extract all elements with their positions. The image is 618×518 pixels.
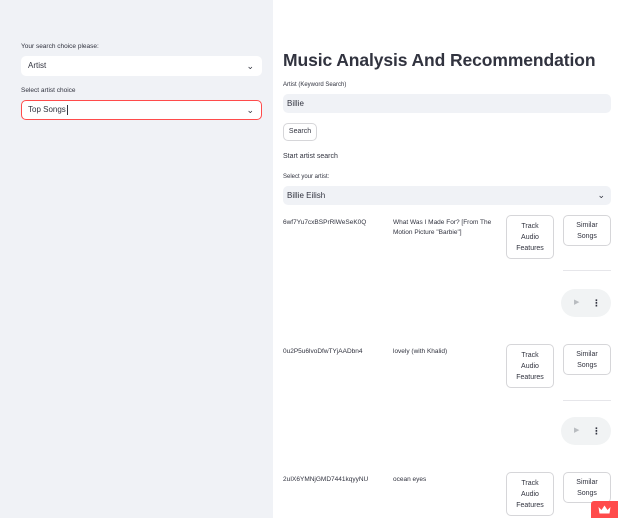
more-vertical-icon[interactable]: ⋮ bbox=[592, 289, 601, 317]
button-line: Songs bbox=[577, 489, 597, 497]
button-line: Songs bbox=[577, 232, 597, 240]
track-name: lovely (with Khalid) bbox=[393, 348, 448, 355]
artist-choice-label: Select artist choice bbox=[21, 87, 76, 94]
button-line: Features bbox=[516, 244, 544, 252]
search-choice-value: Artist bbox=[28, 61, 47, 70]
button-line: Features bbox=[516, 373, 544, 381]
crown-icon bbox=[598, 505, 611, 514]
track-id: 6wf7Yu7cxBSPrRlWeSeK0Q bbox=[283, 219, 367, 226]
track-id: 0u2P5u6lvoDfwTYjAADbn4 bbox=[283, 348, 363, 355]
search-choice-label: Your search choice please: bbox=[21, 43, 99, 50]
button-line: Track bbox=[521, 222, 539, 230]
keyword-input[interactable]: Billie bbox=[283, 94, 611, 113]
text-cursor bbox=[66, 104, 68, 115]
artist-choice-select[interactable]: Top Songs ⌄ bbox=[21, 100, 262, 120]
streamlit-badge[interactable] bbox=[591, 501, 618, 518]
artist-select[interactable]: Billie Eilish ⌄ bbox=[283, 186, 611, 205]
chevron-down-icon: ⌄ bbox=[246, 61, 254, 71]
button-line: Similar bbox=[576, 350, 598, 358]
track-name: What Was I Made For? [From The Motion Pi… bbox=[393, 219, 492, 236]
track-audio-features-button[interactable]: Track Audio Features bbox=[506, 215, 554, 259]
button-line: Songs bbox=[577, 361, 597, 369]
artist-choice-value: Top Songs bbox=[28, 105, 66, 114]
similar-songs-button[interactable]: Similar Songs bbox=[563, 215, 611, 246]
similar-songs-button[interactable]: Similar Songs bbox=[563, 344, 611, 375]
artist-select-value: Billie Eilish bbox=[287, 191, 326, 200]
start-search-text: Start artist search bbox=[283, 153, 338, 160]
audio-player[interactable]: ▶ ⋮ bbox=[561, 289, 611, 317]
button-line: Similar bbox=[576, 221, 598, 229]
track-audio-features-button[interactable]: Track Audio Features bbox=[506, 472, 554, 516]
button-line: Audio bbox=[521, 490, 539, 498]
audio-player[interactable]: ▶ ⋮ bbox=[561, 417, 611, 445]
keyword-label: Artist (Keyword Search) bbox=[283, 82, 347, 88]
search-choice-select[interactable]: Artist ⌄ bbox=[21, 56, 262, 76]
button-line: Track bbox=[521, 351, 539, 359]
select-artist-label: Select your artist: bbox=[283, 174, 330, 180]
button-line: Similar bbox=[576, 478, 598, 486]
button-line: Features bbox=[516, 501, 544, 509]
chevron-down-icon: ⌄ bbox=[246, 105, 254, 115]
button-line: Track bbox=[521, 479, 539, 487]
more-vertical-icon[interactable]: ⋮ bbox=[592, 417, 601, 445]
divider bbox=[563, 270, 611, 271]
play-icon[interactable]: ▶ bbox=[574, 417, 579, 445]
page-title: Music Analysis And Recommendation bbox=[283, 50, 596, 70]
search-button[interactable]: Search bbox=[283, 123, 317, 141]
chevron-down-icon: ⌄ bbox=[597, 190, 605, 200]
play-icon[interactable]: ▶ bbox=[574, 289, 579, 317]
similar-songs-button[interactable]: Similar Songs bbox=[563, 472, 611, 503]
track-name: ocean eyes bbox=[393, 476, 427, 483]
divider bbox=[563, 400, 611, 401]
track-audio-features-button[interactable]: Track Audio Features bbox=[506, 344, 554, 388]
track-id: 2uIX6YMNjGMD7441kqyyNU bbox=[283, 476, 369, 483]
sidebar: Your search choice please: Artist ⌄ Sele… bbox=[0, 0, 273, 518]
button-line: Audio bbox=[521, 233, 539, 241]
button-line: Audio bbox=[521, 362, 539, 370]
main-content: Music Analysis And Recommendation Artist… bbox=[283, 0, 611, 518]
